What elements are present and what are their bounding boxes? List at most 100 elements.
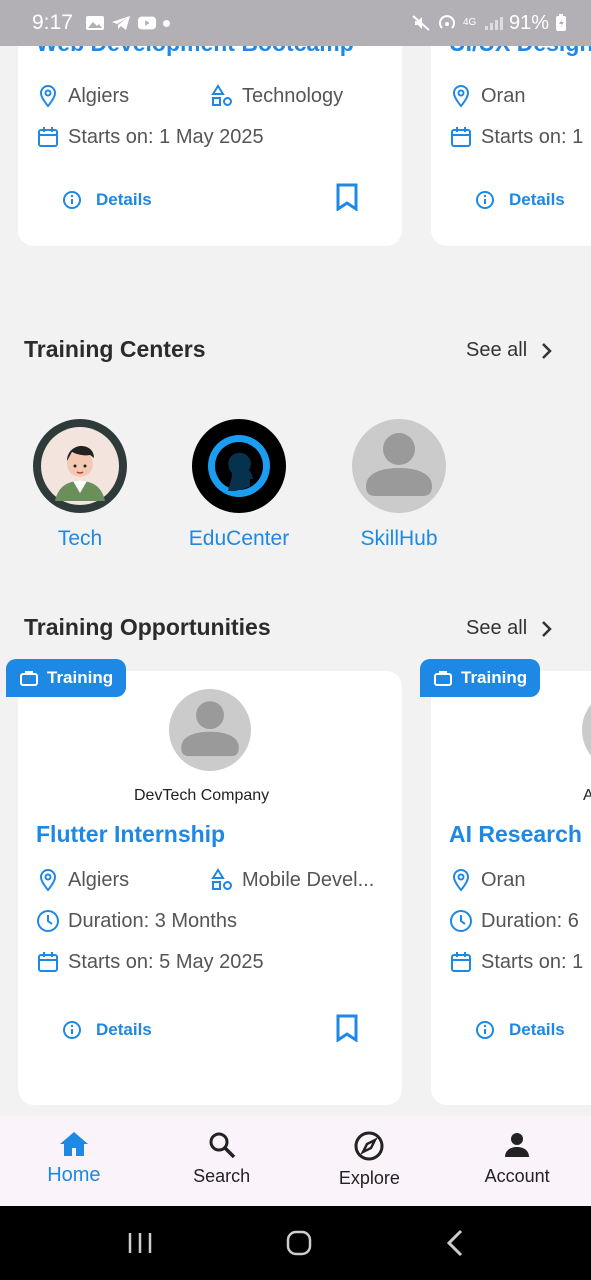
youtube-icon [137, 16, 156, 30]
category-meta: Mobile Devel... [210, 868, 374, 892]
opportunity-title[interactable]: AI Research [449, 821, 582, 848]
start-date-text: Starts on: 1 May 2025 [68, 125, 264, 148]
mute-icon [412, 15, 430, 31]
company-name: A [583, 787, 591, 804]
home-button-icon[interactable] [286, 1230, 312, 1256]
bookmark-icon[interactable] [336, 1014, 358, 1042]
category-meta: Technology [210, 84, 343, 108]
calendar-icon [451, 952, 471, 972]
location-meta: Oran [449, 868, 525, 892]
calendar-icon [38, 952, 58, 972]
location-meta: Algiers [36, 84, 129, 108]
system-navigation-bar [0, 1206, 591, 1280]
person-illustration-icon [41, 427, 119, 505]
start-date-meta: Starts on: 5 May 2025 [36, 950, 264, 974]
start-date-text: Starts on: 1 [481, 125, 584, 148]
signal-icon [484, 17, 503, 30]
center-avatar [33, 419, 127, 513]
info-icon [476, 191, 494, 209]
home-scroll-content[interactable]: Web Development Bootcamp Algiers Technol… [0, 46, 591, 1116]
nav-search[interactable]: Search [148, 1116, 296, 1206]
battery-percent: 91% [508, 11, 549, 34]
category-shapes-icon [211, 84, 232, 106]
opportunity-card[interactable]: DevTech Company Flutter Internship Algie… [18, 671, 402, 1105]
network-label: 4G [462, 17, 477, 28]
category-text: Technology [242, 84, 344, 107]
chevron-right-icon [542, 620, 552, 637]
category-text: Mobile Devel... [242, 868, 375, 891]
info-icon [476, 1021, 494, 1039]
recent-apps-icon[interactable] [127, 1231, 153, 1255]
details-button[interactable]: Details [475, 190, 565, 210]
bookmark-icon[interactable] [336, 183, 358, 211]
badge-label: Training [461, 668, 528, 687]
details-label: Details [509, 190, 565, 209]
battery-icon [556, 14, 566, 31]
notification-dot [162, 19, 170, 27]
card-title[interactable]: UI/UX Design [449, 46, 591, 57]
see-all-label: See all [466, 617, 528, 639]
nav-home[interactable]: Home [0, 1116, 148, 1206]
company-avatar [582, 689, 591, 771]
gallery-icon [85, 16, 104, 30]
details-label: Details [96, 1020, 152, 1039]
bottom-navigation-bar: Home Search Explore Account [0, 1116, 591, 1206]
search-icon [209, 1132, 235, 1159]
nav-label: Home [47, 1164, 101, 1186]
telegram-icon [111, 16, 130, 30]
location-pin-icon [452, 84, 470, 108]
training-center-item[interactable]: Tech [10, 419, 150, 551]
start-date-meta: Starts on: 1 May 2025 [36, 125, 264, 149]
start-date-text: Starts on: 1 [481, 950, 584, 973]
location-text: Oran [481, 84, 526, 107]
centers-see-all-button[interactable]: See all [466, 339, 553, 362]
status-time: 9:17 [32, 11, 73, 34]
training-card[interactable]: Web Development Bootcamp Algiers Technol… [18, 46, 402, 246]
location-pin-icon [452, 868, 470, 892]
default-avatar-icon [181, 701, 239, 757]
center-name: Tech [57, 527, 103, 550]
center-avatar [352, 419, 446, 513]
details-button[interactable]: Details [62, 1020, 152, 1040]
location-text: Algiers [68, 84, 130, 107]
card-title[interactable]: Web Development Bootcamp [36, 46, 354, 57]
training-centers-title: Training Centers [24, 336, 206, 362]
training-card[interactable]: UI/UX Design Oran Starts on: 1 Details [431, 46, 591, 246]
info-icon [63, 191, 81, 209]
compass-icon [354, 1131, 384, 1161]
start-date-meta: Starts on: 1 [449, 125, 583, 149]
nav-explore[interactable]: Explore [296, 1116, 444, 1206]
opportunity-card[interactable]: A AI Research Oran Duration: 6 Starts on… [431, 671, 591, 1105]
location-pin-icon [39, 868, 57, 892]
training-center-item[interactable]: SkillHub [329, 419, 469, 551]
nav-label: Account [484, 1166, 550, 1186]
back-icon[interactable] [446, 1229, 464, 1257]
nav-account[interactable]: Account [443, 1116, 591, 1206]
duration-meta: Duration: 6 [449, 909, 579, 933]
center-name: SkillHub [360, 527, 438, 550]
opportunity-title[interactable]: Flutter Internship [36, 821, 225, 848]
details-button[interactable]: Details [62, 190, 152, 210]
training-badge: Training [420, 659, 541, 697]
opportunities-see-all-button[interactable]: See all [466, 617, 553, 640]
training-badge: Training [6, 659, 127, 697]
default-avatar-icon [582, 689, 591, 771]
person-icon [505, 1133, 530, 1157]
see-all-label: See all [466, 339, 528, 361]
training-center-item[interactable]: EduCenter [169, 419, 309, 551]
location-meta: Oran [449, 84, 525, 108]
calendar-icon [451, 127, 471, 147]
details-button[interactable]: Details [475, 1020, 565, 1040]
start-date-meta: Starts on: 1 [449, 950, 583, 974]
nav-label: Search [193, 1166, 251, 1186]
details-label: Details [96, 190, 152, 209]
center-name: EduCenter [188, 527, 290, 550]
head-silhouette-icon [208, 435, 270, 497]
location-pin-icon [39, 84, 57, 108]
status-bar: 9:17 4G 91% [0, 0, 591, 46]
location-meta: Algiers [36, 868, 129, 892]
briefcase-icon [20, 671, 38, 686]
clock-icon [450, 910, 472, 932]
info-icon [63, 1021, 81, 1039]
briefcase-icon [434, 671, 452, 686]
